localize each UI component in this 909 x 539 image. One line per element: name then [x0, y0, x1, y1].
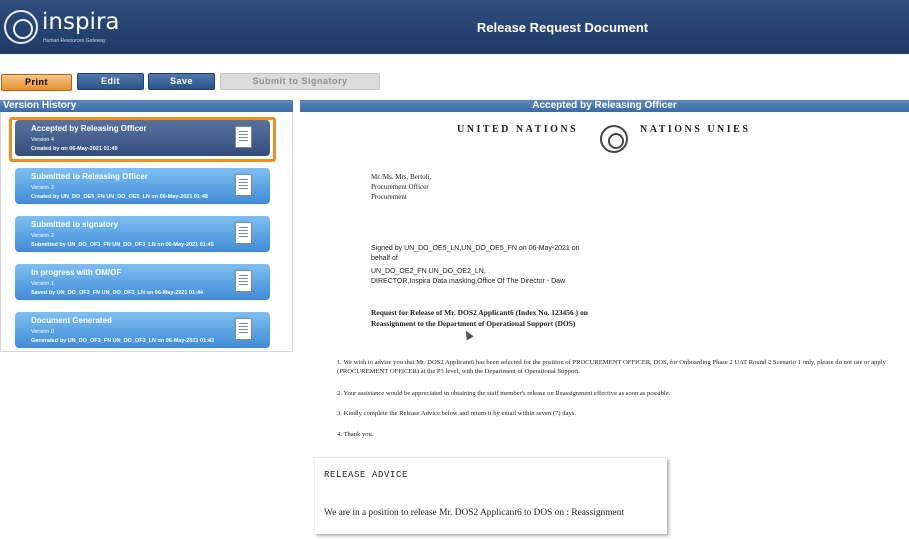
un-title-english: UNITED NATIONS — [457, 124, 579, 135]
subject-block: Request for Release of Mr. DOS2 Applican… — [371, 307, 588, 329]
selected-version-highlight — [9, 117, 276, 162]
version-card-version: Version 2 — [31, 233, 54, 239]
subject-line: Request for Release of Mr. DOS2 Applican… — [371, 308, 588, 317]
addressee-line: Procurement Officer — [371, 183, 429, 191]
app-header: inspira Human Resources Gateway Release … — [0, 0, 909, 54]
version-card-0[interactable]: Document Generated Version 0 Generated b… — [15, 312, 270, 348]
version-card-version: Version 0 — [31, 329, 54, 335]
version-card-meta: Submitted by UN_DO_OF3_FN UN_DO_OF3_LN o… — [31, 242, 214, 248]
un-logo-icon — [4, 10, 38, 44]
paragraph-3: 3. Kindly complete the Release Advice be… — [337, 410, 576, 417]
version-card-meta: Saved by UN_DO_OF3_FN UN_DO_OF3_LN on 06… — [31, 290, 204, 296]
addressee-block: Mr./Ms. Mrs. Bertoli, Procurement Office… — [371, 172, 431, 202]
document-signature-icon — [235, 222, 252, 244]
submit-to-signatory-button[interactable]: Submit to Signatory — [220, 73, 380, 90]
paragraph-1: 1. We wish to advise you that Mr. DOS2 A… — [337, 359, 886, 375]
version-card-1[interactable]: In progress with OM/OF Version 1 Saved b… — [15, 264, 270, 300]
version-card-title: Submitted to Releasing Officer — [31, 172, 148, 181]
release-advice-box: RELEASE ADVICE We are in a position to r… — [314, 457, 667, 534]
version-card-title: In progress with OM/OF — [31, 268, 122, 277]
save-button[interactable]: Save — [148, 73, 215, 90]
print-button[interactable]: Print — [1, 74, 72, 91]
addressee-line: Mr./Ms. Mrs. Bertoli, — [371, 173, 432, 181]
version-card-meta: Created by UN_DO_OE5_FN UN_DO_OE5_LN on … — [31, 194, 208, 200]
document-preview: UNITED NATIONS NATIONS UNIES Mr./Ms. Mrs… — [300, 112, 909, 539]
version-card-version: Version 3 — [31, 185, 54, 191]
page-title: Release Request Document — [476, 20, 649, 35]
version-card-meta: Generated by UN_DO_OF3_FN UN_DO_OF3_LN o… — [31, 338, 215, 344]
release-advice-title: RELEASE ADVICE — [324, 470, 409, 480]
paragraph-4: 4. Thank you. — [337, 431, 374, 438]
subject-line: Reassignment to the Department of Operat… — [371, 319, 576, 328]
version-card-version: Version 1 — [31, 281, 54, 287]
signed-by-text: Signed by UN_DO_OE5_LN,UN_DO_OE5_FN on 0… — [371, 245, 580, 262]
from-block: UN_DO_OE2_FN UN_DO_OE2_LN, DIRECTOR,Insp… — [371, 267, 565, 287]
document-panel-title: Accepted by Releasing Officer — [300, 100, 909, 112]
version-history-title: Version History — [0, 100, 293, 112]
document-refresh-icon — [235, 318, 252, 340]
version-card-title: Document Generated — [31, 316, 112, 325]
from-line: UN_DO_OE2_FN UN_DO_OE2_LN, — [371, 268, 486, 275]
document-gear-icon — [235, 270, 252, 292]
version-card-3[interactable]: Submitted to Releasing Officer Version 3… — [15, 168, 270, 204]
release-advice-text: We are in a position to release Mr. DOS2… — [324, 508, 624, 518]
edit-button[interactable]: Edit — [77, 73, 144, 90]
paragraph-2: 2. Your assistance would be appreciated … — [337, 390, 671, 397]
un-emblem-icon — [600, 125, 628, 153]
brand-name: inspira — [42, 9, 120, 35]
from-line: DIRECTOR,Inspira Data masking,Office Of … — [371, 278, 566, 285]
document-check-icon — [235, 174, 252, 196]
un-title-french: NATIONS UNIES — [640, 124, 751, 135]
version-card-2[interactable]: Submitted to signatory Version 2 Submitt… — [15, 216, 270, 252]
addressee-line: Procurement — [371, 193, 407, 201]
version-card-title: Submitted to signatory — [31, 220, 119, 229]
brand-subtitle: Human Resources Gateway — [43, 38, 106, 44]
